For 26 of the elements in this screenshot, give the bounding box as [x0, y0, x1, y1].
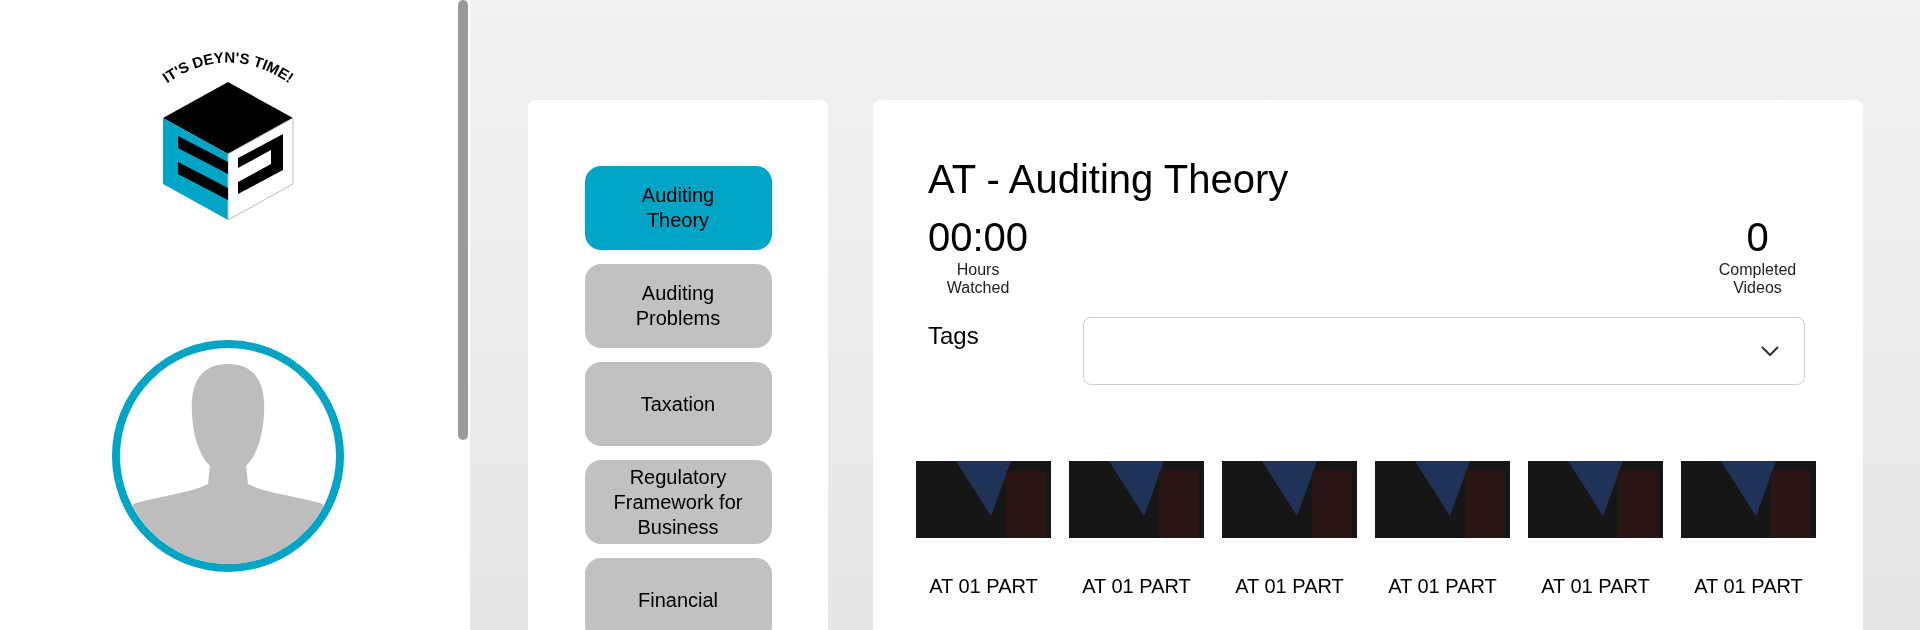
video-thumbnail-placeholder[interactable] [1681, 461, 1816, 538]
hours-watched-label: Hours Watched [945, 261, 1011, 297]
video-title[interactable]: AT 01 PART [929, 574, 1038, 598]
video-title[interactable]: AT 01 PART [1541, 574, 1650, 598]
category-button[interactable]: Auditing Theory [584, 166, 772, 250]
video-title[interactable]: AT 01 PART [1694, 574, 1803, 598]
tags-dropdown[interactable] [1083, 317, 1805, 385]
chevron-down-icon [1760, 345, 1780, 357]
course-title: AT - Auditing Theory [928, 156, 1290, 203]
video-thumbnail-placeholder[interactable] [1069, 461, 1204, 538]
category-button[interactable]: Auditing Problems [584, 264, 772, 348]
video-thumbnail-placeholder[interactable] [1222, 461, 1357, 538]
video-title[interactable]: AT 01 PART [1235, 574, 1344, 598]
video-thumbnail-placeholder[interactable] [1375, 461, 1510, 538]
video-title[interactable]: AT 01 PART [1388, 574, 1497, 598]
tags-label: Tags [928, 321, 980, 351]
video-title[interactable]: AT 01 PART [1082, 574, 1191, 598]
scrollbar[interactable] [457, 0, 468, 440]
video-thumbnail-placeholder[interactable] [1528, 461, 1663, 538]
completed-videos-label: Completed Videos [1717, 261, 1798, 297]
category-button[interactable]: Regulatory Framework for Business [584, 460, 772, 544]
category-button[interactable]: Taxation [584, 362, 772, 446]
video-thumbnail-placeholder[interactable] [916, 461, 1051, 538]
hours-watched-value: 00:00 [928, 214, 1029, 261]
completed-videos-value: 0 [1746, 214, 1769, 261]
category-button[interactable]: Financial [584, 558, 772, 630]
